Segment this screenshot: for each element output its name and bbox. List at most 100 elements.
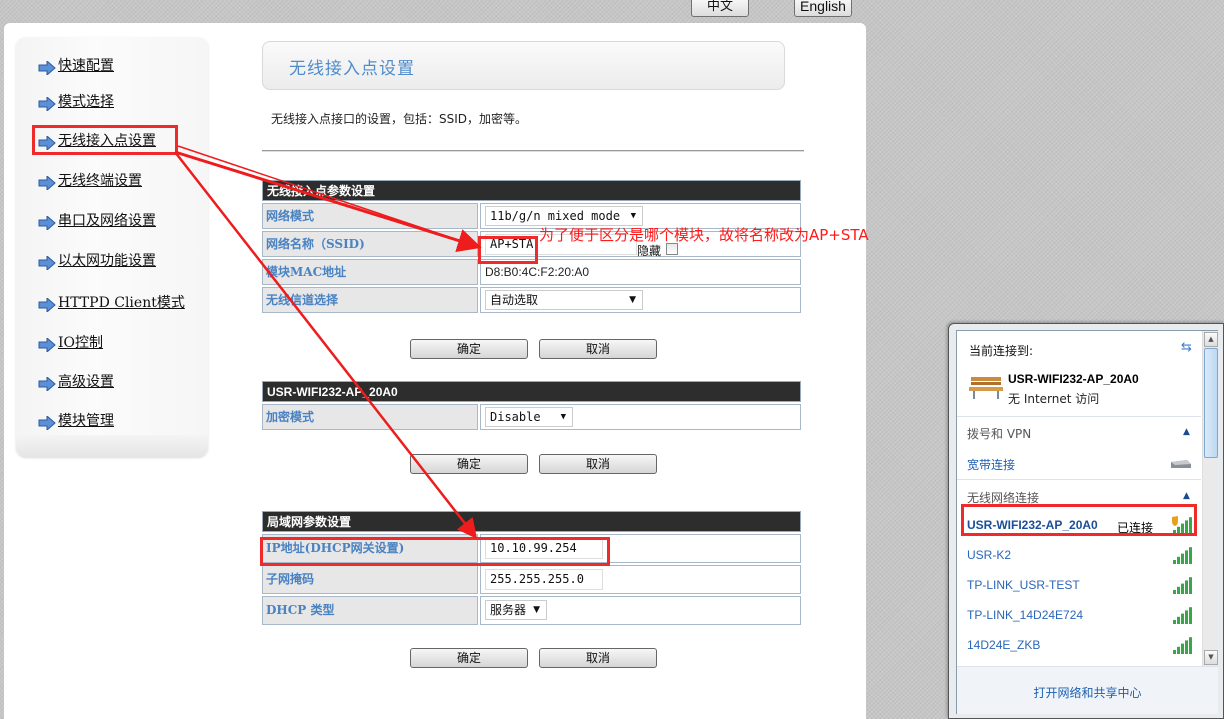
row-subnet: 子网掩码 255.255.255.0 bbox=[262, 565, 801, 594]
sidebar-item-label: 以太网功能设置 bbox=[58, 253, 156, 269]
encryption-select[interactable]: Disable ▼ bbox=[485, 407, 573, 427]
divider bbox=[262, 150, 804, 152]
section-header: USR-WIFI232-AP_20A0 bbox=[262, 381, 801, 402]
sidebar-item[interactable]: 串口及网络设置 bbox=[38, 210, 156, 230]
chevron-down-icon: ▼ bbox=[560, 412, 566, 422]
row-encryption: 加密模式 Disable ▼ bbox=[262, 404, 801, 430]
row-ip: IP地址(DHCP网关设置) 10.10.99.254 bbox=[262, 534, 801, 563]
section-header: 无线接入点参数设置 bbox=[262, 180, 801, 201]
lan-section: 局域网参数设置 IP地址(DHCP网关设置) 10.10.99.254 子网掩码… bbox=[262, 511, 801, 625]
arrow-right-icon bbox=[38, 416, 56, 430]
page-description: 无线接入点接口的设置，包括：SSID，加密等。 bbox=[271, 112, 528, 126]
label-network-mode: 网络模式 bbox=[262, 203, 478, 229]
sidebar-item[interactable]: 无线终端设置 bbox=[38, 170, 142, 190]
sidebar-item-label: 无线终端设置 bbox=[58, 173, 142, 189]
arrow-right-icon bbox=[38, 298, 56, 312]
wireless-group-label: 无线网络连接 bbox=[967, 491, 1040, 505]
sidebar-item-label: HTTPD Client模式 bbox=[58, 295, 185, 311]
signal-strength-icon bbox=[1173, 577, 1192, 594]
scroll-down-icon[interactable]: ▼ bbox=[1204, 650, 1218, 665]
open-network-center-link[interactable]: 打开网络和共享中心 bbox=[957, 684, 1218, 701]
label-ip: IP地址(DHCP网关设置) bbox=[262, 534, 478, 563]
sidebar-item[interactable]: 模式选择 bbox=[38, 91, 114, 111]
ap-settings-section: 无线接入点参数设置 网络模式 11b/g/n mixed mode ▼ 网络名称… bbox=[262, 180, 801, 313]
lang-chinese-button[interactable]: 中文 bbox=[691, 0, 749, 17]
wifi-network-item[interactable]: USR-K2 bbox=[967, 548, 1011, 562]
refresh-icon[interactable]: ⇆ bbox=[1181, 340, 1192, 355]
bench-icon bbox=[969, 377, 1003, 399]
signal-strength-icon bbox=[1173, 607, 1192, 624]
ap-cancel-button[interactable]: 取消 bbox=[539, 339, 657, 359]
subnet-input[interactable]: 255.255.255.0 bbox=[485, 569, 603, 590]
sidebar-item[interactable]: HTTPD Client模式 bbox=[38, 292, 185, 312]
network-list: 当前连接到: ⇆ USR-WIFI232-AP_20A0 无 Internet … bbox=[957, 331, 1201, 666]
scroll-up-icon[interactable]: ▲ bbox=[1204, 332, 1218, 347]
wifi-network-item[interactable]: USR-WIFI232-AP_20A0 bbox=[967, 518, 1098, 532]
label-dhcp: DHCP 类型 bbox=[262, 596, 478, 625]
channel-select[interactable]: 自动选取 ▼ bbox=[485, 290, 643, 310]
current-connection-label: 当前连接到: bbox=[969, 344, 1034, 358]
sidebar-item-label: IO控制 bbox=[58, 335, 104, 351]
arrow-right-icon bbox=[38, 256, 56, 270]
label-subnet: 子网掩码 bbox=[262, 565, 478, 594]
sidebar-item-label: 模块管理 bbox=[58, 413, 114, 429]
page-title: 无线接入点设置 bbox=[289, 59, 415, 79]
label-encryption: 加密模式 bbox=[262, 404, 478, 430]
signal-strength-icon bbox=[1173, 547, 1192, 564]
current-network-status: 无 Internet 访问 bbox=[1008, 392, 1100, 406]
sidebar-item[interactable]: 模块管理 bbox=[38, 410, 114, 430]
lang-english-button[interactable]: English bbox=[794, 0, 852, 17]
label-ssid: 网络名称（SSID) bbox=[262, 231, 478, 257]
row-dhcp: DHCP 类型 服务器 ▼ bbox=[262, 596, 801, 625]
wifi-network-item[interactable]: TP-LINK_USR-TEST bbox=[967, 578, 1080, 592]
arrow-right-icon bbox=[38, 61, 56, 75]
page-title-box: 无线接入点设置 bbox=[262, 41, 785, 90]
arrow-right-icon bbox=[38, 377, 56, 391]
modem-icon bbox=[1171, 460, 1191, 468]
sidebar-item[interactable]: 无线接入点设置 bbox=[38, 130, 156, 150]
signal-strength-icon bbox=[1172, 516, 1192, 534]
arrow-right-icon bbox=[38, 136, 56, 150]
sidebar-item[interactable]: 高级设置 bbox=[38, 371, 114, 391]
mac-value: D8:B0:4C:F2:20:A0 bbox=[480, 259, 801, 285]
security-cancel-button[interactable]: 取消 bbox=[539, 454, 657, 474]
sidebar-item-label: 快速配置 bbox=[58, 58, 114, 74]
network-mode-select[interactable]: 11b/g/n mixed mode ▼ bbox=[485, 206, 643, 226]
arrow-right-icon bbox=[38, 97, 56, 111]
sidebar-item[interactable]: 以太网功能设置 bbox=[38, 250, 156, 270]
chevron-up-icon[interactable]: ▲ bbox=[1183, 427, 1190, 437]
dialup-group-label: 拨号和 VPN bbox=[967, 427, 1032, 441]
arrow-right-icon bbox=[38, 176, 56, 190]
lan-ok-button[interactable]: 确定 bbox=[410, 648, 528, 668]
ap-ok-button[interactable]: 确定 bbox=[410, 339, 528, 359]
sidebar-item[interactable]: 快速配置 bbox=[38, 55, 114, 75]
scroll-thumb[interactable] bbox=[1204, 348, 1218, 458]
sidebar-item-label: 串口及网络设置 bbox=[58, 213, 156, 229]
security-ok-button[interactable]: 确定 bbox=[410, 454, 528, 474]
sidebar-item-label: 高级设置 bbox=[58, 374, 114, 390]
ip-input[interactable]: 10.10.99.254 bbox=[485, 538, 603, 559]
label-channel: 无线信道选择 bbox=[262, 287, 478, 313]
connected-status: 已连接 bbox=[1117, 521, 1154, 535]
chevron-up-icon[interactable]: ▲ bbox=[1183, 491, 1190, 501]
section-header: 局域网参数设置 bbox=[262, 511, 801, 532]
wifi-network-item[interactable]: TP-LINK_14D24E724 bbox=[967, 608, 1083, 622]
signal-strength-icon bbox=[1173, 637, 1192, 654]
current-network-name: USR-WIFI232-AP_20A0 bbox=[1008, 372, 1139, 386]
chevron-down-icon: ▼ bbox=[629, 295, 636, 305]
network-footer: 打开网络和共享中心 bbox=[957, 666, 1218, 714]
sidebar-item-label: 模式选择 bbox=[58, 94, 114, 110]
broadband-connection[interactable]: 宽带连接 bbox=[967, 456, 1015, 473]
security-section: USR-WIFI232-AP_20A0 加密模式 Disable ▼ bbox=[262, 381, 801, 430]
dhcp-type-select[interactable]: 服务器 ▼ bbox=[485, 600, 547, 620]
chevron-down-icon: ▼ bbox=[533, 605, 540, 615]
lan-cancel-button[interactable]: 取消 bbox=[539, 648, 657, 668]
scrollbar[interactable]: ▲ ▼ bbox=[1202, 331, 1218, 666]
wifi-network-item[interactable]: 14D24E_ZKB bbox=[967, 638, 1040, 652]
row-channel: 无线信道选择 自动选取 ▼ bbox=[262, 287, 801, 313]
annotation-text: 为了便于区分是哪个模块，故将名称改为AP+STA bbox=[539, 226, 869, 244]
network-flyout: 当前连接到: ⇆ USR-WIFI232-AP_20A0 无 Internet … bbox=[948, 323, 1224, 719]
arrow-right-icon bbox=[38, 216, 56, 230]
sidebar-item[interactable]: IO控制 bbox=[38, 332, 103, 352]
sidebar-item-label: 无线接入点设置 bbox=[58, 133, 156, 149]
